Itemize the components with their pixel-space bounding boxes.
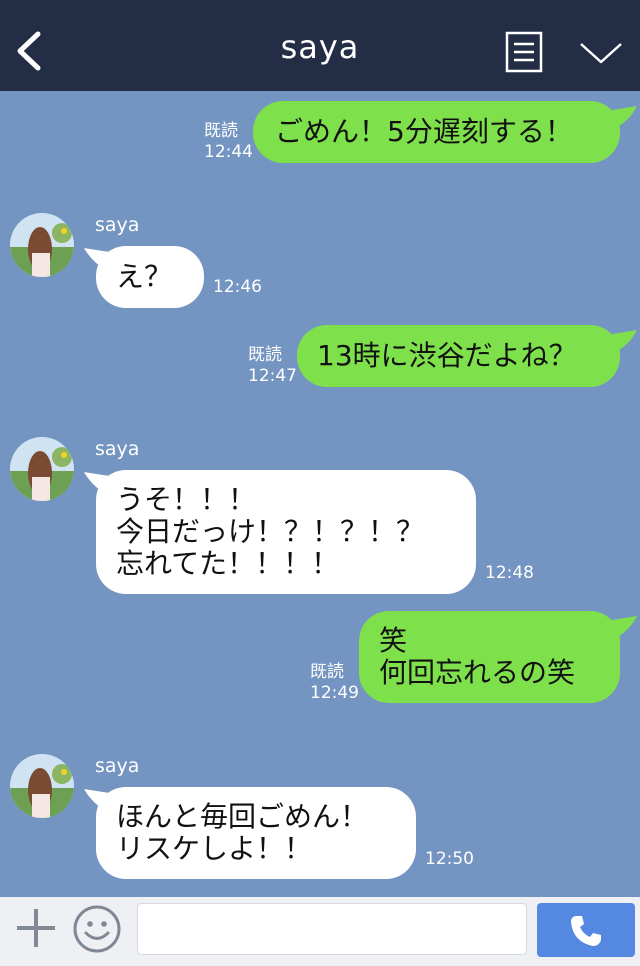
chat-title: saya	[280, 28, 360, 66]
chevron-down-icon[interactable]	[578, 38, 624, 68]
message-text: 13時に渋谷だよね？	[317, 339, 577, 372]
message-text: ごめん！5分遅刻する！	[275, 115, 573, 148]
incoming-message-bubble[interactable]: え？	[96, 246, 204, 308]
message-input[interactable]	[137, 903, 527, 955]
incoming-message-bubble[interactable]: ほんと毎回ごめん！ リスケしよ！！	[96, 787, 416, 879]
avatar[interactable]	[10, 437, 74, 501]
message-time: 12:44	[204, 142, 253, 162]
message-time: 12:48	[485, 563, 534, 583]
message-text: ほんと毎回ごめん！ リスケしよ！！	[116, 800, 369, 865]
outgoing-message-bubble[interactable]: 13時に渋谷だよね？	[297, 325, 620, 387]
emoji-icon[interactable]	[72, 904, 122, 954]
bubble-tail	[612, 330, 637, 352]
message-text: え？	[116, 260, 173, 293]
message-time: 12:50	[425, 849, 474, 869]
message-text: うそ！！！ 今日だっけ！？！？！？ 忘れてた！！！！	[116, 483, 425, 580]
avatar-image	[10, 437, 74, 501]
outgoing-message-bubble[interactable]: ごめん！5分遅刻する！	[253, 101, 620, 163]
notes-icon[interactable]	[505, 31, 543, 73]
message-meta: 既読 12:47	[248, 345, 297, 387]
read-receipt: 既読	[204, 121, 238, 141]
message-meta: 既読 12:49	[310, 662, 359, 704]
avatar[interactable]	[10, 754, 74, 818]
bubble-tail	[612, 106, 637, 128]
sender-name: saya	[95, 438, 140, 460]
message-meta: 既読 12:44	[204, 121, 253, 163]
incoming-message-bubble[interactable]: うそ！！！ 今日だっけ！？！？！？ 忘れてた！！！！	[96, 470, 476, 594]
outgoing-message-bubble[interactable]: 笑 何回忘れるの笑	[359, 611, 620, 703]
sender-name: saya	[95, 214, 140, 236]
call-button[interactable]	[537, 903, 635, 957]
message-time: 12:46	[213, 277, 262, 297]
avatar[interactable]	[10, 213, 74, 277]
avatar-image	[10, 213, 74, 277]
avatar-image	[10, 754, 74, 818]
chat-header: saya	[0, 0, 640, 91]
message-time: 12:47	[248, 366, 297, 386]
bubble-tail	[612, 616, 637, 638]
message-text: 笑 何回忘れるの笑	[379, 624, 576, 689]
message-time: 12:49	[310, 683, 359, 703]
read-receipt: 既読	[310, 662, 344, 682]
plus-icon[interactable]	[14, 906, 58, 950]
phone-icon	[571, 916, 601, 946]
read-receipt: 既読	[248, 345, 282, 365]
sender-name: saya	[95, 755, 140, 777]
